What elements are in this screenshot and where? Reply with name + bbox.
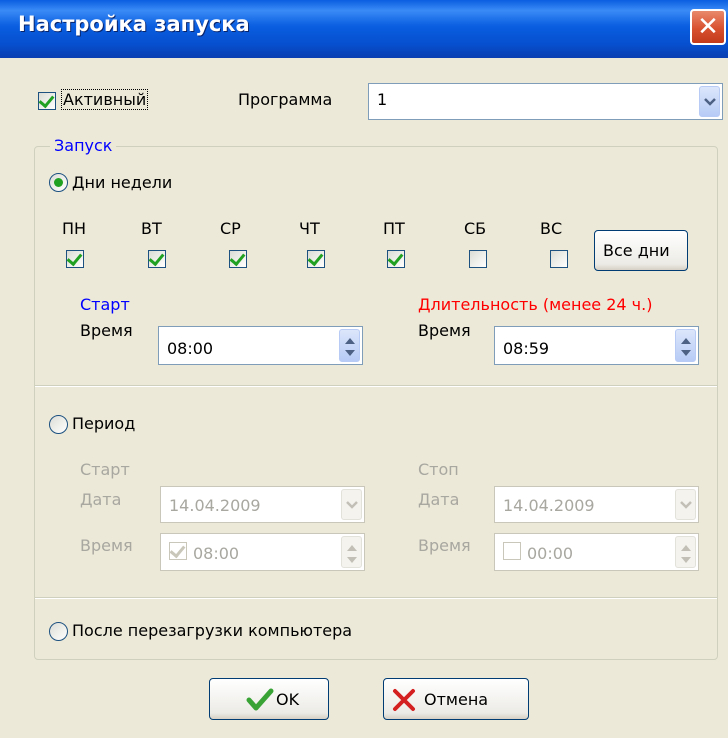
period-start-time-value: 08:00 — [193, 544, 240, 563]
period-radio[interactable] — [49, 415, 68, 434]
active-label[interactable]: Активный — [61, 89, 149, 110]
day-label-tue: ВТ — [141, 219, 162, 238]
period-start-date-dropdown — [341, 489, 362, 520]
x-icon — [393, 689, 415, 711]
cancel-button[interactable]: Отмена — [383, 678, 529, 720]
close-button[interactable]: ✕ — [690, 9, 726, 45]
period-stop-date-select: 14.04.2009 — [494, 486, 699, 523]
ok-button-label: OK — [276, 690, 300, 709]
title-bar[interactable]: Настройка запуска ✕ — [0, 0, 728, 58]
period-radio-label[interactable]: Период — [72, 414, 135, 433]
up-down-arrows-icon — [681, 545, 691, 563]
start-time-spin-button[interactable] — [339, 329, 360, 362]
duration-time-label: Время — [418, 321, 471, 340]
section-divider — [35, 597, 717, 599]
chevron-down-icon — [346, 500, 358, 509]
period-start-time-checkbox — [169, 542, 187, 560]
period-stop-date-value: 14.04.2009 — [503, 496, 595, 515]
day-checkbox-fri[interactable] — [387, 250, 405, 268]
window-title: Настройка запуска — [18, 12, 250, 36]
period-stop-date-label: Дата — [418, 490, 460, 509]
section-divider — [35, 385, 717, 387]
period-stop-heading: Стоп — [418, 460, 459, 479]
period-stop-time-value: 00:00 — [527, 544, 574, 563]
start-time-spinner[interactable]: 08:00 — [158, 326, 363, 365]
day-checkbox-wed[interactable] — [229, 250, 247, 268]
day-label-wed: СР — [220, 219, 241, 238]
weekdays-radio[interactable] — [49, 173, 68, 192]
day-checkbox-mon[interactable] — [66, 250, 84, 268]
all-days-button-label: Все дни — [603, 241, 670, 260]
duration-heading: Длительность (менее 24 ч.) — [418, 295, 653, 314]
chevron-down-icon — [704, 97, 716, 106]
duration-time-value: 08:59 — [503, 339, 550, 358]
period-start-time-label: Время — [80, 536, 133, 555]
active-checkbox[interactable] — [38, 92, 56, 110]
weekdays-radio-label[interactable]: Дни недели — [72, 173, 172, 192]
period-start-heading: Старт — [80, 460, 130, 479]
day-label-sun: ВС — [540, 219, 563, 238]
program-label: Программа — [238, 90, 333, 109]
duration-time-spin-button[interactable] — [675, 329, 696, 362]
program-value: 1 — [377, 90, 388, 109]
day-label-mon: ПН — [62, 219, 87, 238]
up-down-arrows-icon — [345, 338, 355, 356]
start-time-value: 08:00 — [167, 339, 214, 358]
day-label-sat: СБ — [464, 219, 487, 238]
period-start-time-spinner: 08:00 — [160, 533, 365, 571]
start-time-label: Время — [80, 321, 133, 340]
period-start-date-select: 14.04.2009 — [160, 486, 365, 523]
day-label-fri: ПТ — [383, 219, 405, 238]
close-icon: ✕ — [697, 12, 719, 42]
day-checkbox-sun[interactable] — [550, 250, 568, 268]
period-start-date-value: 14.04.2009 — [169, 496, 261, 515]
day-label-thu: ЧТ — [299, 219, 320, 238]
program-dropdown-button[interactable] — [699, 86, 720, 117]
launch-group-label: Запуск — [50, 136, 117, 155]
start-heading: Старт — [80, 295, 130, 314]
day-checkbox-sat[interactable] — [469, 250, 487, 268]
period-start-time-spin-button — [341, 536, 362, 568]
checkmark-icon — [246, 688, 274, 711]
period-stop-date-dropdown — [675, 489, 696, 520]
launch-group — [34, 146, 718, 660]
reboot-radio[interactable] — [49, 622, 68, 641]
period-stop-time-checkbox — [503, 542, 521, 560]
up-down-arrows-icon — [681, 338, 691, 356]
program-select[interactable]: 1 — [368, 83, 723, 120]
period-stop-time-spin-button — [675, 536, 696, 568]
up-down-arrows-icon — [347, 545, 357, 563]
period-start-date-label: Дата — [80, 490, 122, 509]
period-stop-time-spinner: 00:00 — [494, 533, 699, 571]
day-checkbox-thu[interactable] — [307, 250, 325, 268]
all-days-button[interactable]: Все дни — [594, 230, 688, 271]
reboot-radio-label[interactable]: После перезагрузки компьютера — [72, 621, 352, 640]
dialog-window: Настройка запуска ✕ Активный Программа 1… — [0, 0, 728, 738]
cancel-button-label: Отмена — [424, 690, 489, 709]
duration-time-spinner[interactable]: 08:59 — [494, 326, 699, 365]
day-checkbox-tue[interactable] — [148, 250, 166, 268]
period-stop-time-label: Время — [418, 536, 471, 555]
chevron-down-icon — [680, 500, 692, 509]
ok-button[interactable]: OK — [209, 678, 329, 720]
